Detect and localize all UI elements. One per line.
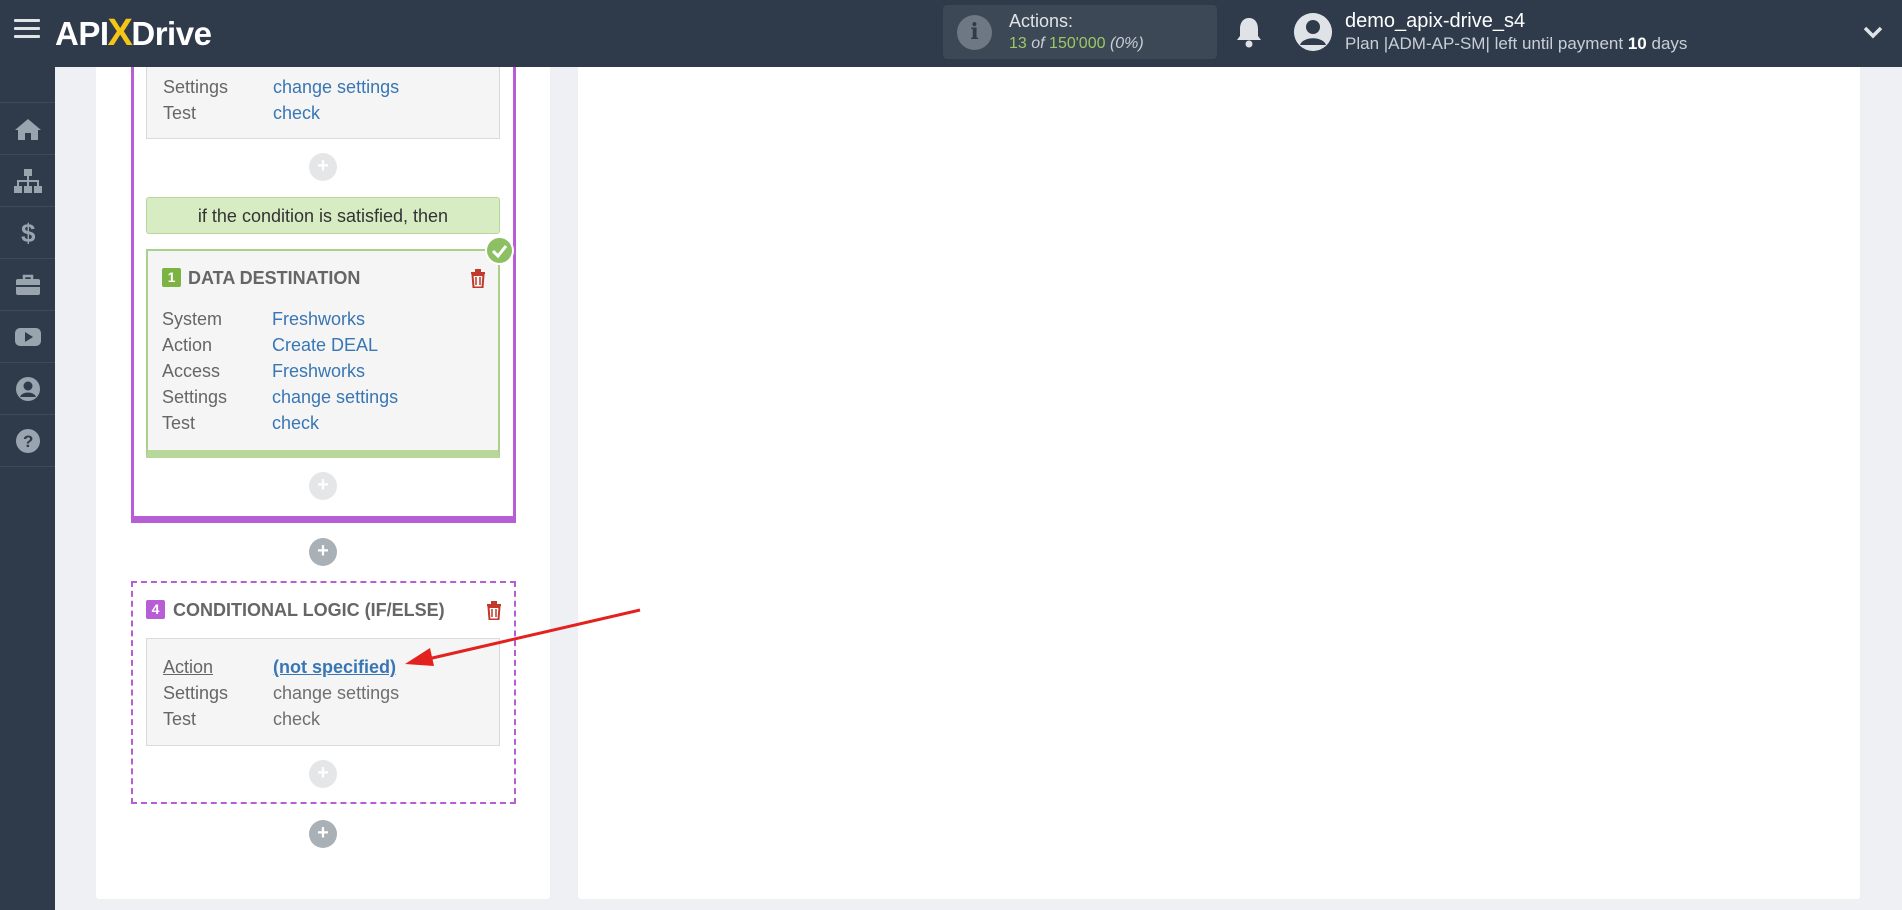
plan-days-unit: days [1651, 34, 1688, 53]
add-step-button[interactable]: + [309, 153, 337, 181]
access-link[interactable]: Freshworks [272, 361, 365, 382]
card-title: DATA DESTINATION [188, 268, 361, 288]
actions-label: Actions: [1009, 11, 1074, 31]
row-label: Settings [163, 77, 229, 97]
sidebar-item-billing[interactable]: $ [0, 207, 55, 259]
sidebar-item-connections[interactable] [0, 155, 55, 207]
row-label: Test [163, 709, 197, 729]
svg-text:$: $ [21, 219, 36, 247]
logo[interactable]: APIXDrive [55, 12, 212, 55]
svg-text:?: ? [23, 432, 33, 451]
check-link[interactable]: check [272, 413, 319, 434]
help-icon: ? [15, 428, 40, 453]
row-label: System [162, 309, 223, 329]
action-link[interactable]: Create DEAL [272, 335, 378, 356]
sidebar: $ ? [0, 67, 55, 910]
sidebar-item-videos[interactable] [0, 311, 55, 363]
system-link[interactable]: Freshworks [272, 309, 365, 330]
logo-suffix: Drive [131, 15, 212, 52]
home-icon [14, 118, 41, 140]
change-settings-link[interactable]: change settings [273, 77, 399, 98]
check-text: check [273, 709, 321, 729]
actions-used: 13 [1009, 35, 1027, 52]
settings-panel [578, 67, 1860, 899]
logo-prefix: API [55, 15, 109, 52]
trash-icon[interactable] [470, 269, 486, 288]
check-icon [485, 236, 514, 265]
actions-total: 150'000 [1049, 35, 1106, 52]
dollar-icon: $ [21, 219, 36, 247]
row-label: Action [162, 335, 213, 355]
plan-days: 10 [1627, 34, 1647, 53]
action-label[interactable]: Action [163, 657, 213, 678]
menu-icon[interactable] [14, 19, 40, 43]
actions-value: 13 of 150'000 (0%) [1009, 35, 1144, 53]
sidebar-item-help[interactable]: ? [0, 415, 55, 467]
sidebar-item-home[interactable] [0, 103, 55, 155]
row-label: Access [162, 361, 221, 381]
actions-of: of [1031, 35, 1045, 52]
plan-text: Plan |ADM-AP-SM| left until payment [1345, 34, 1624, 53]
step-number-badge: 4 [146, 600, 165, 619]
destination-card[interactable]: 1 DATA DESTINATION System Freshworks Act… [146, 249, 500, 458]
actions-percent: (0%) [1109, 35, 1144, 52]
not-specified-link[interactable]: (not specified) [273, 657, 396, 678]
info-icon: i [957, 15, 992, 50]
source-card: Settings change settings Test check [146, 67, 500, 139]
row-label: Test [163, 103, 197, 123]
chevron-down-icon[interactable] [1862, 22, 1884, 42]
briefcase-icon [15, 274, 40, 295]
top-bar: APIXDrive i Actions: 13 of 150'000 (0%) … [0, 0, 1902, 67]
username[interactable]: demo_apix-drive_s4 [1345, 10, 1525, 33]
user-icon [15, 376, 40, 401]
sidebar-spacer [0, 67, 55, 103]
row-label: Test [162, 413, 196, 433]
change-settings-link[interactable]: change settings [272, 387, 398, 408]
row-label: Settings [163, 683, 229, 703]
actions-counter: i Actions: 13 of 150'000 (0%) [943, 5, 1217, 59]
step-number-badge: 1 [162, 268, 181, 287]
change-settings-text: change settings [273, 683, 400, 703]
sidebar-item-profile[interactable] [0, 363, 55, 415]
sidebar-item-projects[interactable] [0, 259, 55, 311]
annotation-arrow [405, 608, 641, 666]
row-label: Settings [162, 387, 228, 407]
check-link[interactable]: check [273, 103, 320, 124]
sitemap-icon [13, 168, 42, 193]
add-step-button[interactable]: + [309, 820, 337, 848]
add-step-button[interactable]: + [309, 760, 337, 788]
youtube-icon [14, 327, 41, 346]
add-step-button[interactable]: + [309, 472, 337, 500]
bell-icon[interactable] [1234, 15, 1264, 49]
logo-x: X [107, 12, 133, 54]
add-step-button[interactable]: + [309, 538, 337, 566]
avatar-icon[interactable] [1294, 13, 1332, 51]
condition-label: if the condition is satisfied, then [146, 197, 500, 234]
plan-info: Plan |ADM-AP-SM| left until payment 10 d… [1345, 34, 1687, 54]
